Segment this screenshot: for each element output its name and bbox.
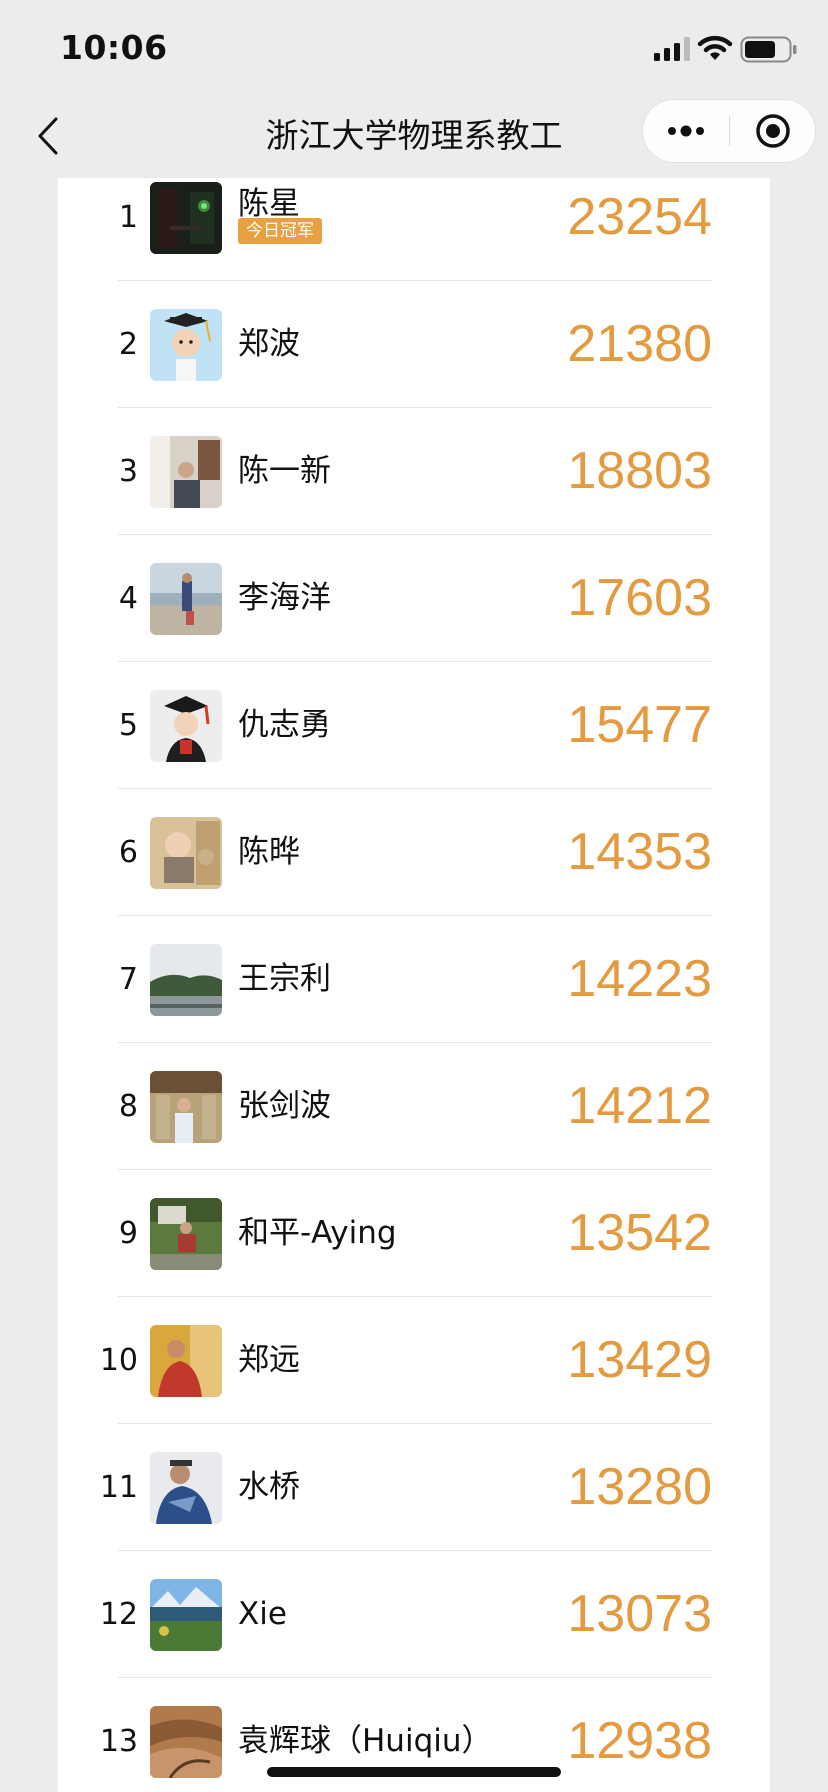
- step-count: 14353: [567, 823, 712, 881]
- ranking-row[interactable]: 5 仇志勇 15477: [58, 662, 770, 789]
- member-name: 仇志勇: [238, 707, 331, 743]
- rank-number: 11: [99, 1470, 138, 1505]
- ranking-list: 1 陈星 今日冠军 23254 2 郑波 21380 3 陈一新 18803 4…: [58, 178, 770, 1792]
- avatar: [150, 309, 222, 381]
- member-name: Xie: [238, 1596, 287, 1632]
- rank-number: 13: [99, 1724, 138, 1759]
- status-time: 10:06: [60, 28, 168, 67]
- status-bar: 10:06: [0, 0, 828, 92]
- close-button[interactable]: [730, 100, 816, 162]
- avatar: [150, 690, 222, 762]
- step-count: 17603: [567, 569, 712, 627]
- step-count: 18803: [567, 442, 712, 500]
- ranking-row[interactable]: 3 陈一新 18803: [58, 408, 770, 535]
- step-count: 15477: [567, 696, 712, 754]
- wifi-icon: [697, 35, 733, 60]
- back-button[interactable]: [24, 108, 72, 164]
- step-count: 13280: [567, 1458, 712, 1516]
- nav-bar: 浙江大学物理系教工: [0, 92, 828, 178]
- page-title: 浙江大学物理系教工: [265, 116, 563, 155]
- ranking-row[interactable]: 10 郑远 13429: [58, 1297, 770, 1424]
- avatar: [150, 563, 222, 635]
- ranking-row[interactable]: 7 王宗利 14223: [58, 916, 770, 1043]
- step-count: 14212: [567, 1077, 712, 1135]
- step-count: 14223: [567, 950, 712, 1008]
- avatar: [150, 1325, 222, 1397]
- avatar: [150, 436, 222, 508]
- member-name: 水桥: [238, 1469, 300, 1505]
- member-name: 郑波: [238, 326, 300, 362]
- chevron-left-icon: [38, 117, 58, 155]
- avatar: [150, 1198, 222, 1270]
- member-name: 陈晔: [238, 834, 300, 870]
- more-button[interactable]: [643, 100, 729, 162]
- ranking-row[interactable]: 11 水桥 13280: [58, 1424, 770, 1551]
- avatar: [150, 1452, 222, 1524]
- step-count: 13429: [567, 1331, 712, 1389]
- member-name: 陈一新: [238, 453, 331, 489]
- rank-number: 1: [118, 200, 138, 235]
- avatar: [150, 1579, 222, 1651]
- battery-icon: [740, 36, 797, 63]
- ranking-row[interactable]: 8 张剑波 14212: [58, 1043, 770, 1170]
- member-name: 张剑波: [238, 1088, 331, 1124]
- more-dots-icon: [668, 125, 704, 137]
- member-name: 和平-Aying: [238, 1215, 397, 1251]
- avatar: [150, 1706, 222, 1778]
- ranking-row[interactable]: 4 李海洋 17603: [58, 535, 770, 662]
- rank-number: 7: [118, 962, 138, 997]
- rank-number: 2: [118, 327, 138, 362]
- step-count: 21380: [567, 315, 712, 373]
- rank-number: 10: [99, 1343, 138, 1378]
- step-count: 13073: [567, 1585, 712, 1643]
- step-count: 13542: [567, 1204, 712, 1262]
- rank-number: 8: [118, 1089, 138, 1124]
- ranking-row[interactable]: 12 Xie 13073: [58, 1551, 770, 1678]
- member-name: 李海洋: [238, 580, 331, 616]
- step-count: 23254: [567, 188, 712, 246]
- rank-number: 3: [118, 454, 138, 489]
- mini-program-capsule: [642, 99, 816, 163]
- ranking-row[interactable]: 6 陈晔 14353: [58, 789, 770, 916]
- cellular-signal-icon: [654, 37, 690, 61]
- member-name: 陈星: [238, 186, 300, 222]
- rank-number: 5: [118, 708, 138, 743]
- home-indicator[interactable]: [267, 1767, 561, 1777]
- rank-number: 4: [118, 581, 138, 616]
- step-count: 12938: [567, 1712, 712, 1770]
- ranking-row[interactable]: 9 和平-Aying 13542: [58, 1170, 770, 1297]
- champion-badge: 今日冠军: [238, 218, 322, 244]
- target-close-icon: [756, 114, 790, 148]
- rank-number: 6: [118, 835, 138, 870]
- ranking-row[interactable]: 2 郑波 21380: [58, 281, 770, 408]
- ranking-row[interactable]: 1 陈星 今日冠军 23254: [58, 178, 770, 281]
- avatar: [150, 817, 222, 889]
- rank-number: 9: [118, 1216, 138, 1251]
- member-name: 郑远: [238, 1342, 300, 1378]
- avatar: [150, 1071, 222, 1143]
- rank-number: 12: [99, 1597, 138, 1632]
- avatar: [150, 182, 222, 254]
- avatar: [150, 944, 222, 1016]
- member-name: 王宗利: [238, 961, 331, 997]
